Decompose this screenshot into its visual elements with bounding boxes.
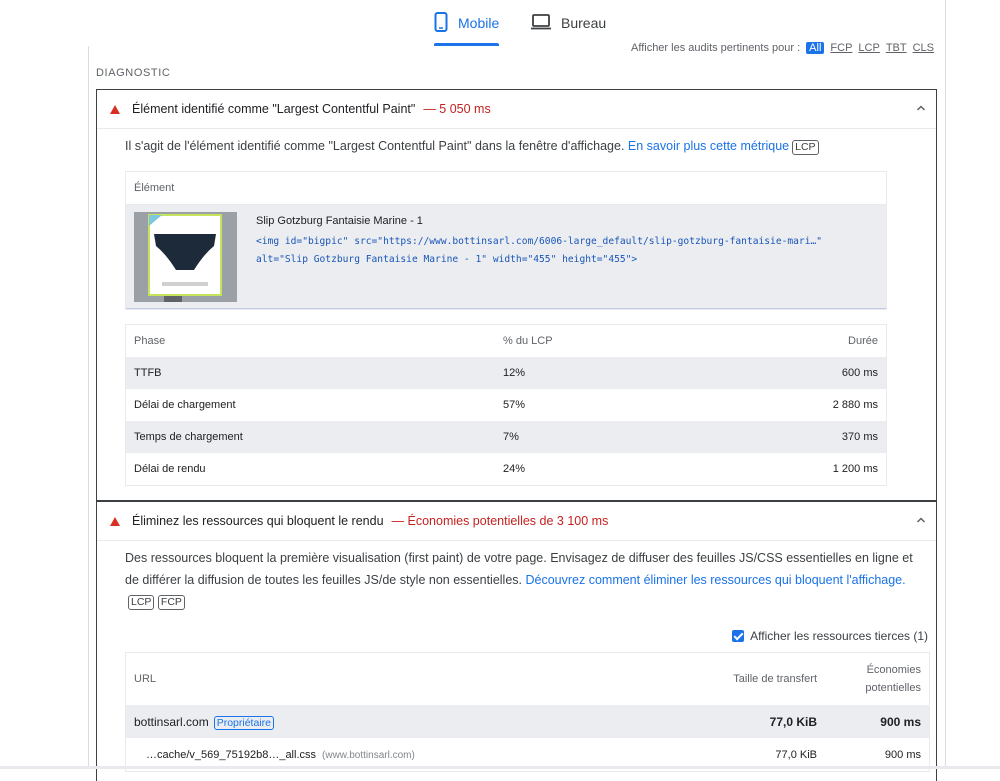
frame-divider-left — [88, 46, 89, 769]
product-thumbnail — [134, 212, 237, 302]
phase-pct: 57% — [503, 399, 526, 411]
metric-badge-lcp: LCP — [128, 595, 155, 610]
audit-filter: Afficher les audits pertinents pour : Al… — [631, 42, 934, 54]
phase-duration: 600 ms — [841, 367, 878, 379]
resource-url[interactable]: …cache/v_569_75192b8…_all.css — [146, 749, 316, 761]
section-label: DIAGNOSTIC — [96, 67, 171, 79]
element-table-header: Élément — [126, 172, 886, 205]
audit-description: Des ressources bloquent la première visu… — [97, 541, 936, 613]
third-party-toggle[interactable]: Afficher les ressources tierces (1) — [732, 629, 928, 643]
resource-host: (www.bottinsarl.com) — [322, 749, 415, 761]
col-phase: Phase — [134, 335, 166, 347]
resource-url-cell: …cache/v_569_75192b8…_all.css (www.bottin… — [126, 749, 677, 761]
audit-value: — 5 050 ms — [423, 102, 491, 116]
col-duration: Durée — [848, 335, 878, 347]
col-savings-line-2: potentielles — [865, 682, 921, 694]
snippet-line-1: <img id="bigpic" src="https://www.bottin… — [256, 236, 823, 247]
phase-table: Phase % du LCP Durée TTFB 12% 600 ms Dél… — [125, 324, 887, 486]
col-transfer-size: Taille de transfert — [733, 673, 817, 685]
audit-render-blocking: Éliminez les ressources qui bloquent le … — [96, 501, 937, 781]
group-host-cell: bottinsarl.com Propriétaire — [126, 714, 677, 730]
element-name: Slip Gotzburg Fantaisie Marine - 1 — [256, 215, 423, 227]
description-text: Il s'agit de l'élément identifié comme "… — [125, 139, 625, 153]
phase-name: Délai de rendu — [134, 463, 206, 475]
table-row: Délai de rendu 24% 1 200 ms — [126, 453, 886, 485]
checkbox-checked-icon[interactable] — [732, 630, 745, 642]
tab-desktop[interactable]: Bureau — [531, 0, 606, 46]
audit-filter-label: Afficher les audits pertinents pour : — [631, 42, 801, 54]
resource-savings: 900 ms — [884, 748, 921, 761]
table-row: Temps de chargement 7% 370 ms — [126, 421, 886, 453]
phase-name: TTFB — [134, 367, 162, 379]
phase-duration: 370 ms — [841, 431, 878, 443]
col-savings-line-1: Économies — [866, 664, 921, 676]
filter-tbt[interactable]: TBT — [886, 42, 907, 54]
learn-more-link[interactable]: En savoir plus cette métrique — [628, 139, 789, 153]
chevron-up-icon[interactable] — [915, 102, 927, 114]
phase-pct: 7% — [503, 431, 519, 443]
table-row: TTFB 12% 600 ms — [126, 357, 886, 389]
tab-desktop-label: Bureau — [561, 15, 607, 31]
metric-badge-fcp: FCP — [157, 595, 185, 610]
phase-pct: 12% — [503, 367, 526, 379]
table-row[interactable]: Slip Gotzburg Fantaisie Marine - 1 <img … — [126, 205, 886, 309]
filter-lcp[interactable]: LCP — [858, 42, 879, 54]
group-transfer: 77,0 KiB — [769, 714, 817, 729]
phase-pct: 24% — [503, 463, 526, 475]
desktop-icon — [531, 13, 551, 33]
table-row-group[interactable]: bottinsarl.com Propriétaire 77,0 KiB 900 … — [126, 705, 929, 738]
audit-description: Il s'agit de l'élément identifié comme "… — [97, 129, 936, 158]
col-pct: % du LCP — [503, 335, 553, 347]
active-tab-indicator — [434, 43, 500, 46]
fail-triangle-icon — [110, 104, 120, 114]
phase-duration: 1 200 ms — [832, 463, 878, 475]
snippet-line-2: alt="Slip Gotzburg Fantaisie Marine - 1"… — [256, 254, 638, 265]
metric-badge-lcp: LCP — [792, 140, 819, 155]
phase-name: Temps de chargement — [134, 431, 243, 443]
audit-lcp-header[interactable]: Élément identifié comme "Largest Content… — [97, 90, 936, 129]
col-url: URL — [134, 673, 157, 685]
audit-render-blocking-header[interactable]: Éliminez les ressources qui bloquent le … — [97, 502, 936, 541]
group-savings: 900 ms — [880, 714, 921, 729]
resource-transfer: 77,0 KiB — [775, 748, 817, 761]
smartphone-icon — [434, 11, 448, 35]
tab-mobile[interactable]: Mobile — [434, 0, 500, 46]
chevron-up-icon[interactable] — [915, 514, 927, 526]
fail-triangle-icon — [110, 516, 120, 526]
resource-table-header: URL Taille de transfert Économies potenti… — [126, 653, 929, 705]
element-table: Élément Slip Gotzburg Fantaisie Marine -… — [125, 171, 887, 310]
audit-lcp-element: Élément identifié comme "Largest Content… — [96, 89, 937, 501]
filter-all[interactable]: All — [806, 42, 825, 54]
audit-value: — Économies potentielles de 3 100 ms — [391, 514, 609, 528]
tab-mobile-label: Mobile — [458, 15, 500, 31]
audit-title: Élément identifié comme "Largest Content… — [132, 102, 416, 116]
third-party-label: Afficher les ressources tierces (1) — [750, 629, 928, 643]
element-snippet: <img id="bigpic" src="https://www.bottin… — [256, 233, 822, 269]
phase-duration: 2 880 ms — [832, 399, 878, 411]
frame-divider-right — [945, 0, 946, 769]
phase-name: Délai de chargement — [134, 399, 236, 411]
learn-more-link[interactable]: Découvrez comment éliminer les ressource… — [525, 573, 905, 587]
filter-cls[interactable]: CLS — [913, 42, 934, 54]
audit-title: Éliminez les ressources qui bloquent le … — [132, 514, 384, 528]
phase-table-header: Phase % du LCP Durée — [126, 325, 886, 357]
table-row: Délai de chargement 57% 2 880 ms — [126, 389, 886, 421]
filter-fcp[interactable]: FCP — [830, 42, 852, 54]
owner-badge: Propriétaire — [213, 715, 274, 730]
resource-table: URL Taille de transfert Économies potenti… — [125, 652, 930, 772]
group-host: bottinsarl.com — [134, 714, 209, 729]
col-savings: Économies potentielles — [825, 661, 929, 697]
device-tabs: Mobile Bureau — [0, 0, 1000, 46]
